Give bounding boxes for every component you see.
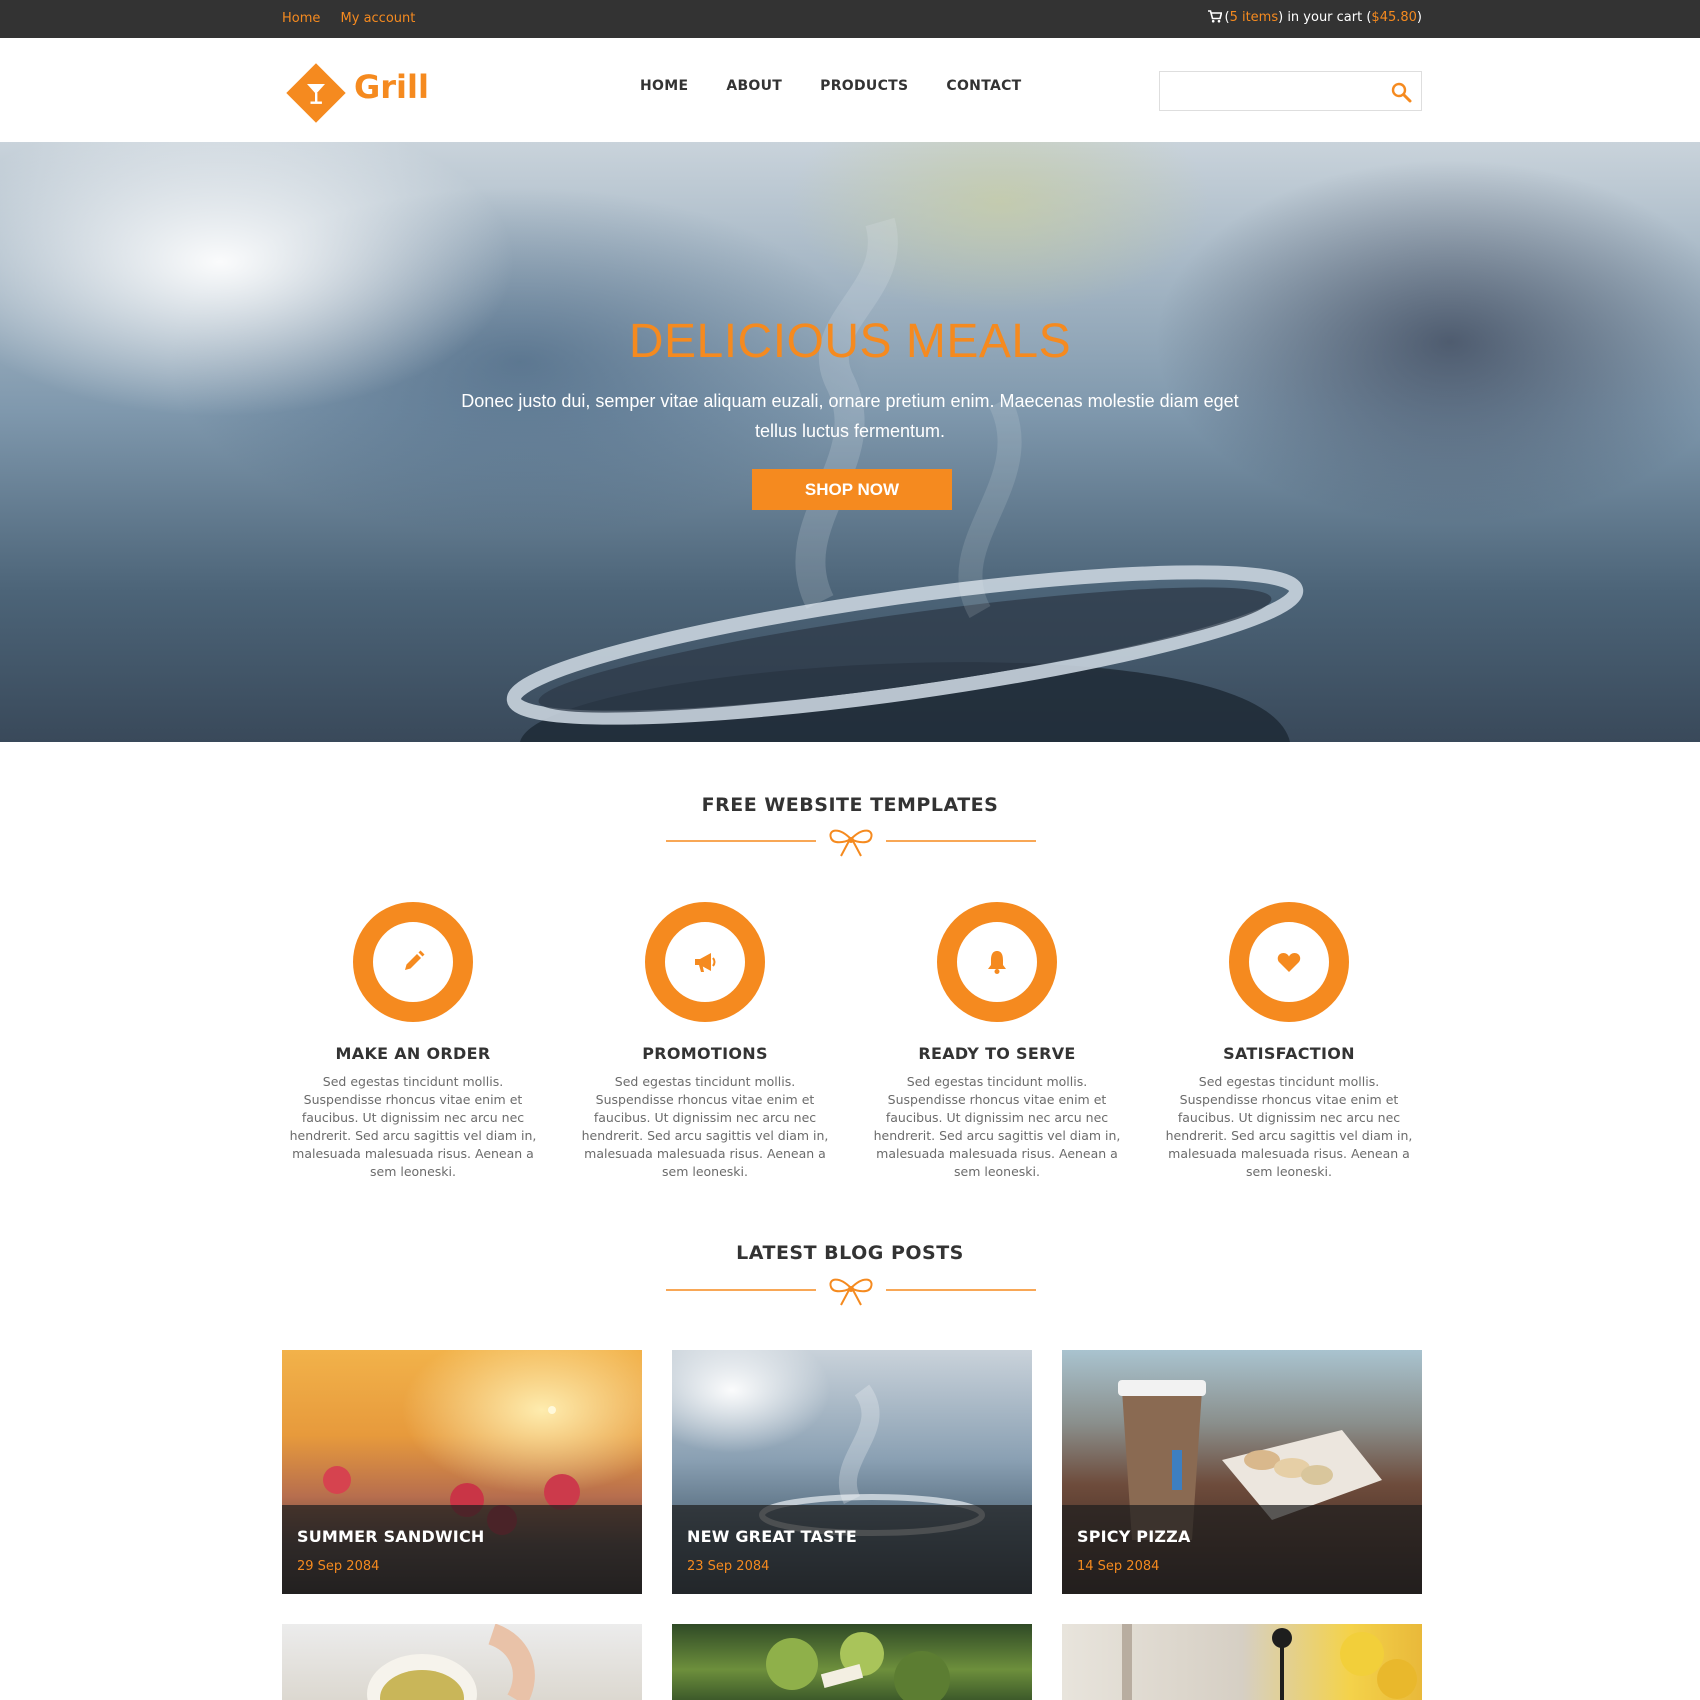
blog-card-overlay: SPICY PIZZA 14 Sep 2084 [1062,1505,1422,1594]
cart-summary[interactable]: (5 items) in your cart ($45.80) [1208,10,1422,25]
blog-card-summer-sandwich[interactable]: SUMMER SANDWICH 29 Sep 2084 [282,1350,642,1594]
flowers-image [1122,1624,1417,1700]
cart-close-paren: ) [1416,10,1422,25]
nav-contact[interactable]: CONTACT [946,78,1021,94]
cart-total[interactable]: $45.80 [1371,10,1417,25]
hero-title: DELICIOUS MEALS [628,315,1072,368]
blog-post-title[interactable]: SPICY PIZZA [1077,1527,1191,1546]
nav-products[interactable]: PRODUCTS [820,78,908,94]
main-nav: HOME ABOUT PRODUCTS CONTACT [640,78,1022,94]
pencil-icon [405,950,425,970]
nav-home[interactable]: HOME [640,78,688,94]
blog-card-salad-image[interactable] [672,1624,1032,1700]
site-header: Grill HOME ABOUT PRODUCTS CONTACT [0,38,1700,142]
blog-post-date: 14 Sep 2084 [1077,1559,1160,1574]
bow-divider-icon [666,829,1036,857]
features-section-title: FREE WEBSITE TEMPLATES [701,794,999,816]
top-bar: Home My account (5 items) in your cart (… [0,0,1700,38]
search-icon[interactable] [1389,80,1413,104]
feature-text: Sed egestas tincidunt mollis. Suspendiss… [1165,1074,1413,1179]
search-input[interactable] [1168,80,1378,102]
bow-divider-icon [666,1278,1036,1306]
megaphone-icon [695,953,716,972]
feature-ready-to-serve: READY TO SERVE Sed egestas tincidunt mol… [866,902,1128,1181]
top-link-home[interactable]: Home [282,11,320,26]
heart-icon [1277,953,1301,972]
cocktail-logo-icon [286,63,346,123]
tea-cup-image [367,1624,535,1700]
feature-text: Sed egestas tincidunt mollis. Suspendiss… [873,1074,1121,1179]
salad-image [766,1632,950,1700]
cart-items-count[interactable]: 5 items [1230,10,1279,25]
feature-icon-circle [937,902,1057,1022]
blog-card-overlay: NEW GREAT TASTE 23 Sep 2084 [672,1505,1032,1594]
feature-make-an-order: MAKE AN ORDER Sed egestas tincidunt moll… [282,902,544,1181]
cart-text: ) in your cart ( [1278,10,1372,25]
blog-post-title[interactable]: NEW GREAT TASTE [687,1527,857,1546]
blog-card-overlay: SUMMER SANDWICH 29 Sep 2084 [282,1505,642,1594]
feature-icon-circle [353,902,473,1022]
feature-icon-circle [645,902,765,1022]
site-logo[interactable]: Grill [282,59,442,123]
feature-title: READY TO SERVE [918,1044,1076,1063]
blog-post-title[interactable]: SUMMER SANDWICH [297,1527,485,1546]
bell-icon [988,951,1006,974]
feature-text: Sed egestas tincidunt mollis. Suspendiss… [581,1074,829,1179]
shop-now-button[interactable]: SHOP NOW [752,469,952,510]
feature-title: SATISFACTION [1223,1044,1355,1063]
blog-post-date: 29 Sep 2084 [297,1559,380,1574]
feature-title: PROMOTIONS [642,1044,768,1063]
cart-icon [1208,10,1223,23]
blog-card-new-great-taste[interactable]: NEW GREAT TASTE 23 Sep 2084 [672,1350,1032,1594]
blog-card-flowers-image[interactable] [1062,1624,1422,1700]
top-links: Home My account [282,11,431,26]
feature-satisfaction: SATISFACTION Sed egestas tincidunt molli… [1158,902,1420,1181]
logo-text: Grill [354,68,429,106]
feature-icon-circle [1229,902,1349,1022]
blog-card-spicy-pizza[interactable]: SPICY PIZZA 14 Sep 2084 [1062,1350,1422,1594]
blog-post-date: 23 Sep 2084 [687,1559,770,1574]
feature-text: Sed egestas tincidunt mollis. Suspendiss… [289,1074,537,1179]
hero-banner: DELICIOUS MEALS Donec justo dui, semper … [0,142,1700,742]
feature-promotions: PROMOTIONS Sed egestas tincidunt mollis.… [574,902,836,1181]
top-link-my-account[interactable]: My account [341,11,416,26]
hero-text: Donec justo dui, semper vitae aliquam eu… [461,391,1239,441]
nav-about[interactable]: ABOUT [726,78,782,94]
feature-title: MAKE AN ORDER [335,1044,491,1063]
blog-section-title: LATEST BLOG POSTS [736,1242,964,1264]
search-box [1159,71,1422,111]
blog-card-tea-image[interactable] [282,1624,642,1700]
